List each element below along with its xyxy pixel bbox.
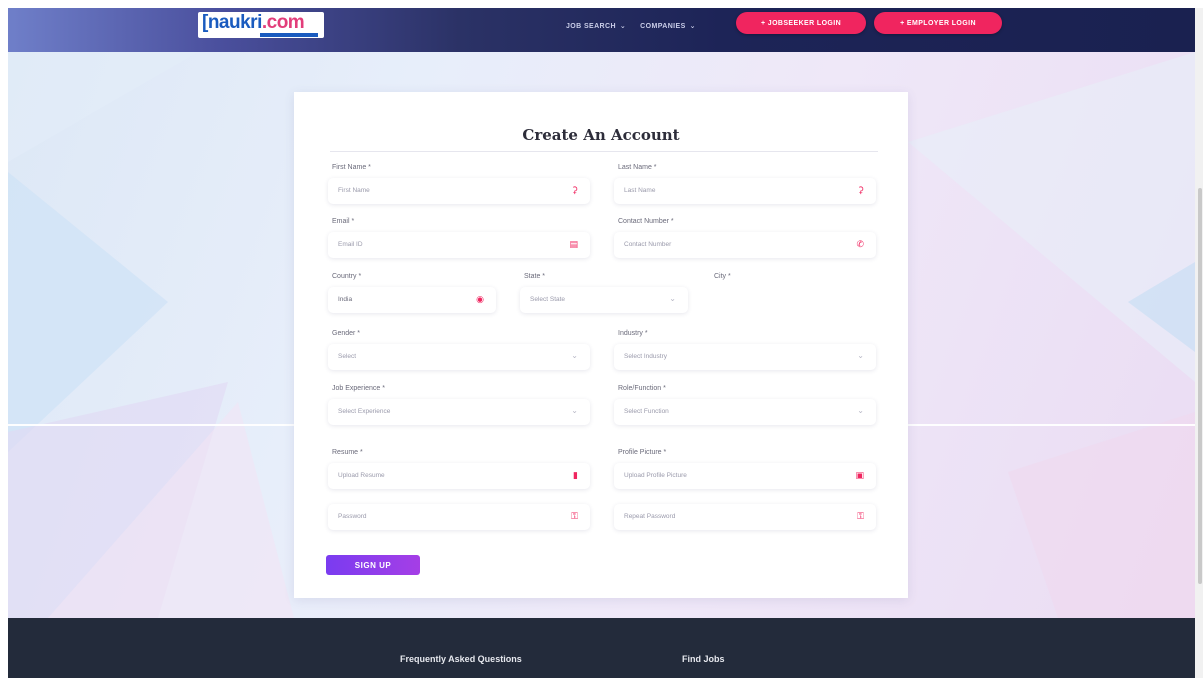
email-placeholder: Email ID xyxy=(338,241,363,248)
nav-job-search[interactable]: JOB SEARCH ⌄ xyxy=(566,22,627,31)
repeat-password-field[interactable]: Repeat Password ⚿ xyxy=(614,504,876,530)
chevron-down-icon: ⌄ xyxy=(857,351,864,360)
calendar-icon: ▤ xyxy=(569,239,578,249)
key-icon: ⚿ xyxy=(571,511,578,521)
navbar: [naukri.com JOB SEARCH ⌄ COMPANIES ⌄ + J… xyxy=(8,8,1195,52)
scrollbar-thumb[interactable] xyxy=(1198,188,1202,584)
form-title: Create An Account xyxy=(522,126,680,144)
country-field[interactable]: India ◉ xyxy=(328,287,496,313)
chevron-down-icon: ⌄ xyxy=(571,406,578,415)
footer: Frequently Asked Questions Find Jobs xyxy=(8,618,1195,678)
title-divider xyxy=(330,151,878,152)
state-label: State * xyxy=(524,273,546,280)
contact-placeholder: Contact Number xyxy=(624,241,672,248)
logo-underline xyxy=(260,33,318,37)
chevron-down-icon: ⌄ xyxy=(669,294,676,303)
hero-background: Create An Account First Name * First Nam… xyxy=(8,52,1195,618)
country-label: Country * xyxy=(332,273,362,280)
experience-placeholder: Select Experience xyxy=(338,408,391,415)
footer-find-jobs-link[interactable]: Find Jobs xyxy=(682,654,725,664)
experience-label: Job Experience * xyxy=(332,385,385,392)
user-icon: ⚳ xyxy=(571,185,578,195)
logo-wordmark: naukri xyxy=(207,12,263,33)
first-name-label: First Name * xyxy=(332,164,371,171)
chevron-down-icon: ⌄ xyxy=(857,406,864,415)
nav-companies-label: COMPANIES xyxy=(640,22,686,30)
function-label: Role/Function * xyxy=(618,385,666,392)
chevron-down-icon: ⌄ xyxy=(571,351,578,360)
gender-placeholder: Select xyxy=(338,353,357,360)
last-name-placeholder: Last Name xyxy=(624,187,656,194)
industry-placeholder: Select Industry xyxy=(624,353,667,360)
email-label: Email * xyxy=(332,218,355,225)
nav-links: JOB SEARCH ⌄ COMPANIES ⌄ xyxy=(566,22,696,31)
resume-label: Resume * xyxy=(332,449,363,456)
gender-select[interactable]: Select ⌄ xyxy=(328,344,590,370)
repeat-password-placeholder: Repeat Password xyxy=(624,513,676,520)
function-select[interactable]: Select Function ⌄ xyxy=(614,399,876,425)
state-placeholder: Select State xyxy=(530,296,566,303)
picture-upload[interactable]: Upload Profile Picture ▣ xyxy=(614,463,876,489)
image-icon: ▣ xyxy=(855,470,864,480)
function-placeholder: Select Function xyxy=(624,408,669,415)
page: [naukri.com JOB SEARCH ⌄ COMPANIES ⌄ + J… xyxy=(8,8,1195,678)
file-icon: ▮ xyxy=(573,470,578,480)
industry-label: Industry * xyxy=(618,330,648,337)
state-select[interactable]: Select State ⌄ xyxy=(520,287,688,313)
city-label: City * xyxy=(714,273,731,280)
nav-job-search-label: JOB SEARCH xyxy=(566,22,616,30)
logo-text: [naukri.com xyxy=(202,12,305,33)
gender-label: Gender * xyxy=(332,330,361,337)
email-field[interactable]: Email ID ▤ xyxy=(328,232,590,258)
password-placeholder: Password xyxy=(338,513,367,520)
chevron-down-icon: ⌄ xyxy=(689,23,696,30)
password-field[interactable]: Password ⚿ xyxy=(328,504,590,530)
phone-icon: ✆ xyxy=(856,239,864,249)
first-name-placeholder: First Name xyxy=(338,187,370,194)
sign-up-button[interactable]: SIGN UP xyxy=(326,555,420,575)
country-value: India xyxy=(338,296,353,303)
last-name-label: Last Name * xyxy=(618,164,657,171)
logo[interactable]: [naukri.com xyxy=(198,12,324,38)
employer-login-button[interactable]: + EMPLOYER LOGIN xyxy=(874,12,1002,34)
last-name-field[interactable]: Last Name ⚳ xyxy=(614,178,876,204)
key-icon: ⚿ xyxy=(857,511,864,521)
experience-select[interactable]: Select Experience ⌄ xyxy=(328,399,590,425)
picture-placeholder: Upload Profile Picture xyxy=(624,472,687,479)
location-icon: ◉ xyxy=(476,294,484,304)
resume-upload[interactable]: Upload Resume ▮ xyxy=(328,463,590,489)
picture-label: Profile Picture * xyxy=(618,449,667,456)
industry-select[interactable]: Select Industry ⌄ xyxy=(614,344,876,370)
jobseeker-login-button[interactable]: + JOBSEEKER LOGIN xyxy=(736,12,866,34)
contact-label: Contact Number * xyxy=(618,218,674,225)
signup-card: Create An Account First Name * First Nam… xyxy=(294,92,908,598)
contact-field[interactable]: Contact Number ✆ xyxy=(614,232,876,258)
logo-suffix: .com xyxy=(261,12,305,33)
chevron-down-icon: ⌄ xyxy=(619,23,627,30)
first-name-field[interactable]: First Name ⚳ xyxy=(328,178,590,204)
nav-companies[interactable]: COMPANIES ⌄ xyxy=(640,22,696,31)
user-icon: ⚳ xyxy=(857,185,864,195)
footer-faq-link[interactable]: Frequently Asked Questions xyxy=(400,654,522,664)
resume-placeholder: Upload Resume xyxy=(338,472,385,479)
